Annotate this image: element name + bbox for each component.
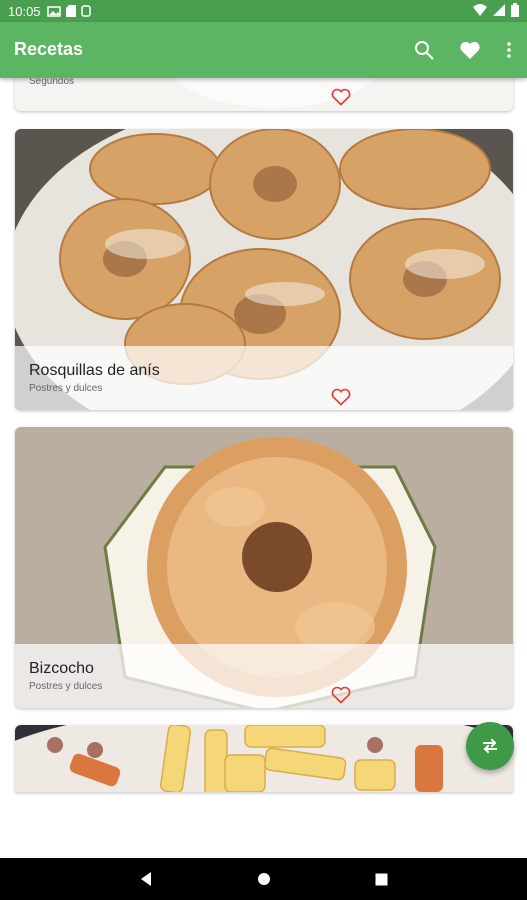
search-icon bbox=[415, 41, 434, 60]
wifi-icon bbox=[473, 4, 487, 16]
gallery-icon bbox=[46, 5, 61, 17]
overflow-menu-button[interactable] bbox=[505, 39, 513, 61]
status-time: 10:05 bbox=[8, 3, 41, 19]
favorite-button[interactable] bbox=[331, 88, 351, 108]
recipe-card[interactable]: Segundos bbox=[15, 78, 513, 111]
battery-icon bbox=[511, 3, 519, 17]
home-icon bbox=[257, 873, 270, 885]
card-overlay bbox=[15, 78, 513, 111]
app-title: Recetas bbox=[14, 39, 84, 59]
heart-outline-icon bbox=[331, 388, 351, 406]
status-bar: 10:05 bbox=[0, 0, 527, 22]
swap-fab-button[interactable] bbox=[466, 722, 514, 770]
recipe-category: Segundos bbox=[29, 78, 75, 87]
signal-icon bbox=[493, 4, 505, 16]
recipe-category: Postres y dulces bbox=[29, 383, 103, 394]
recipe-card[interactable]: Bizcocho Postres y dulces bbox=[15, 427, 513, 708]
storage-icon bbox=[80, 5, 91, 17]
home-button[interactable] bbox=[253, 868, 275, 890]
back-icon bbox=[140, 872, 151, 886]
heart-outline-icon bbox=[331, 686, 351, 704]
heart-outline-icon bbox=[331, 88, 351, 106]
recents-button[interactable] bbox=[371, 868, 393, 890]
favorites-heart-icon bbox=[460, 41, 480, 59]
recipe-card[interactable]: Rosquillas de anís Postres y dulces bbox=[15, 129, 513, 410]
search-button[interactable] bbox=[413, 39, 435, 61]
recipe-title: Rosquillas de anís bbox=[29, 362, 160, 379]
favorite-button[interactable] bbox=[331, 686, 351, 706]
favorites-button[interactable] bbox=[459, 39, 481, 61]
recents-icon bbox=[375, 873, 388, 885]
recipe-category: Postres y dulces bbox=[29, 681, 103, 692]
overflow-menu-icon bbox=[507, 42, 511, 58]
swap-icon bbox=[483, 738, 497, 754]
navigation-bar bbox=[0, 858, 527, 900]
favorite-button[interactable] bbox=[331, 388, 351, 408]
recipe-photo bbox=[15, 725, 513, 792]
sd-card-icon bbox=[65, 5, 76, 17]
recipe-list[interactable]: Segundos Rosquillas de anís Postres y du… bbox=[0, 78, 527, 858]
recipe-card[interactable] bbox=[15, 725, 513, 792]
back-button[interactable] bbox=[135, 868, 157, 890]
recipe-title: Bizcocho bbox=[29, 660, 94, 677]
app-bar: Recetas bbox=[0, 22, 527, 78]
